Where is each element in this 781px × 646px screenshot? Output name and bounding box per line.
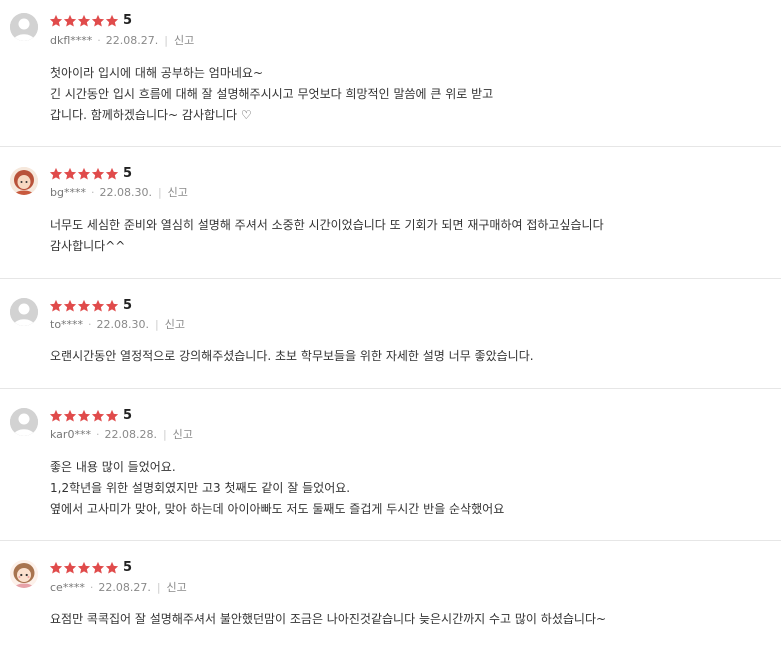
review-line: 좋은 내용 많이 들었어요. — [50, 460, 176, 474]
star-icon — [49, 166, 63, 180]
star-rating: 5 — [49, 407, 132, 423]
avatar-character — [10, 167, 38, 195]
reviewer-id: bg**** — [50, 185, 86, 199]
meta-divider: | — [155, 317, 159, 331]
meta-dot: · — [97, 33, 101, 47]
review-meta: bg**** · 22.08.30. | 신고 — [50, 184, 188, 200]
star-icon — [49, 298, 63, 312]
review-line: 너무도 세심한 준비와 열심히 설명해 주셔서 소중한 시간이었습니다 또 기회… — [50, 218, 604, 232]
avatar-default — [10, 13, 38, 41]
review-text: 너무도 세심한 준비와 열심히 설명해 주셔서 소중한 시간이었습니다 또 기회… — [50, 215, 604, 257]
star-icon — [105, 560, 119, 574]
review-line: 갑니다. 함께하겠습니다~ 감사합니다 ♡ — [50, 108, 252, 122]
review-date: 22.08.27. — [98, 580, 151, 594]
review-text: 첫아이라 입시에 대해 공부하는 엄마네요~ 긴 시간동안 입시 흐름에 대해 … — [50, 63, 493, 126]
star-icon — [105, 408, 119, 422]
review-date: 22.08.30. — [96, 317, 150, 331]
review-date: 22.08.27. — [105, 33, 159, 47]
meta-dot: · — [90, 185, 95, 199]
star-icon — [105, 13, 119, 27]
star-icon — [49, 560, 63, 574]
star-icon — [63, 408, 77, 422]
rating-score: 5 — [123, 12, 133, 28]
star-icon — [77, 408, 91, 422]
report-link[interactable]: 신고 — [173, 426, 193, 442]
star-icon — [49, 408, 63, 422]
star-rating: 5 — [49, 12, 132, 28]
review-date: 22.08.30. — [99, 185, 152, 199]
star-icon — [49, 13, 63, 27]
star-icon — [63, 298, 77, 312]
meta-dot: · — [88, 317, 92, 331]
meta-divider: | — [156, 580, 161, 594]
star-icon — [63, 560, 77, 574]
review-item: 5 bg**** · 22.08.30. | 신고 너무도 세심한 준비와 열심… — [0, 147, 781, 279]
review-line: 요점만 콕콕집어 잘 설명해주셔서 불안했던맘이 조금은 나아진것같습니다 늦은… — [50, 612, 607, 626]
star-icon — [77, 13, 91, 27]
report-link[interactable]: 신고 — [165, 316, 185, 332]
star-icon — [91, 298, 105, 312]
report-link[interactable]: 신고 — [168, 184, 188, 200]
meta-dot: · — [89, 580, 94, 594]
star-icon — [77, 298, 91, 312]
meta-dot: · — [95, 427, 100, 441]
star-icon — [91, 408, 105, 422]
reviewer-id: to**** — [50, 317, 84, 331]
rating-score: 5 — [123, 407, 133, 423]
review-meta: dkfl**** · 22.08.27. | 신고 — [50, 32, 194, 48]
avatar-character — [10, 560, 38, 588]
reviewer-id: dkfl**** — [50, 33, 93, 47]
star-icon — [91, 166, 105, 180]
review-meta: ce**** · 22.08.27. | 신고 — [50, 579, 187, 595]
review-line: 긴 시간동안 입시 흐름에 대해 잘 설명해주시시고 무엇보다 희망적인 말씀에… — [50, 87, 494, 101]
report-link[interactable]: 신고 — [174, 32, 194, 48]
review-item: 5 dkfl**** · 22.08.27. | 신고 첫아이라 입시에 대해 … — [0, 0, 781, 147]
avatar-default — [10, 298, 38, 326]
reviewer-id: kar0*** — [50, 427, 91, 441]
star-icon — [105, 298, 119, 312]
avatar-default — [10, 408, 38, 436]
review-meta: to**** · 22.08.30. | 신고 — [50, 316, 185, 332]
star-icon — [63, 166, 77, 180]
review-text: 요점만 콕콕집어 잘 설명해주셔서 불안했던맘이 조금은 나아진것같습니다 늦은… — [50, 609, 606, 630]
review-line: 옆에서 고사미가 맞아, 맞아 하는데 아이아빠도 저도 둘째도 즐겁게 두시간… — [50, 502, 505, 516]
star-icon — [77, 560, 91, 574]
star-icon — [105, 166, 119, 180]
review-line: 1,2학년을 위한 설명회였지만 고3 첫째도 같이 잘 들었어요. — [50, 481, 351, 495]
reviewer-id: ce**** — [50, 580, 85, 594]
star-rating: 5 — [49, 559, 132, 575]
review-meta: kar0*** · 22.08.28. | 신고 — [50, 426, 193, 442]
rating-score: 5 — [123, 165, 133, 181]
review-item: 5 kar0*** · 22.08.28. | 신고 좋은 내용 많이 들었어요… — [0, 389, 781, 541]
star-icon — [91, 560, 105, 574]
rating-score: 5 — [123, 297, 133, 313]
review-line: 감사합니다^^ — [50, 239, 126, 253]
star-icon — [77, 166, 91, 180]
review-date: 22.08.28. — [104, 427, 157, 441]
review-text: 좋은 내용 많이 들었어요. 1,2학년을 위한 설명회였지만 고3 첫째도 같… — [50, 457, 504, 520]
star-icon — [63, 13, 77, 27]
rating-score: 5 — [123, 559, 133, 575]
report-link[interactable]: 신고 — [167, 579, 187, 595]
review-line: 첫아이라 입시에 대해 공부하는 엄마네요~ — [50, 66, 263, 80]
review-line: 오랜시간동안 열정적으로 강의해주셨습니다. 초보 학무보들을 위한 자세한 설… — [50, 349, 534, 363]
review-item: 5 ce**** · 22.08.27. | 신고 요점만 콕콕집어 잘 설명해… — [0, 541, 781, 646]
review-item: 5 to**** · 22.08.30. | 신고 오랜시간동안 열정적으로 강… — [0, 279, 781, 389]
star-rating: 5 — [49, 165, 132, 181]
review-text: 오랜시간동안 열정적으로 강의해주셨습니다. 초보 학무보들을 위한 자세한 설… — [50, 346, 534, 367]
meta-divider: | — [164, 33, 168, 47]
meta-divider: | — [162, 427, 167, 441]
star-rating: 5 — [49, 297, 132, 313]
star-icon — [91, 13, 105, 27]
meta-divider: | — [157, 185, 162, 199]
